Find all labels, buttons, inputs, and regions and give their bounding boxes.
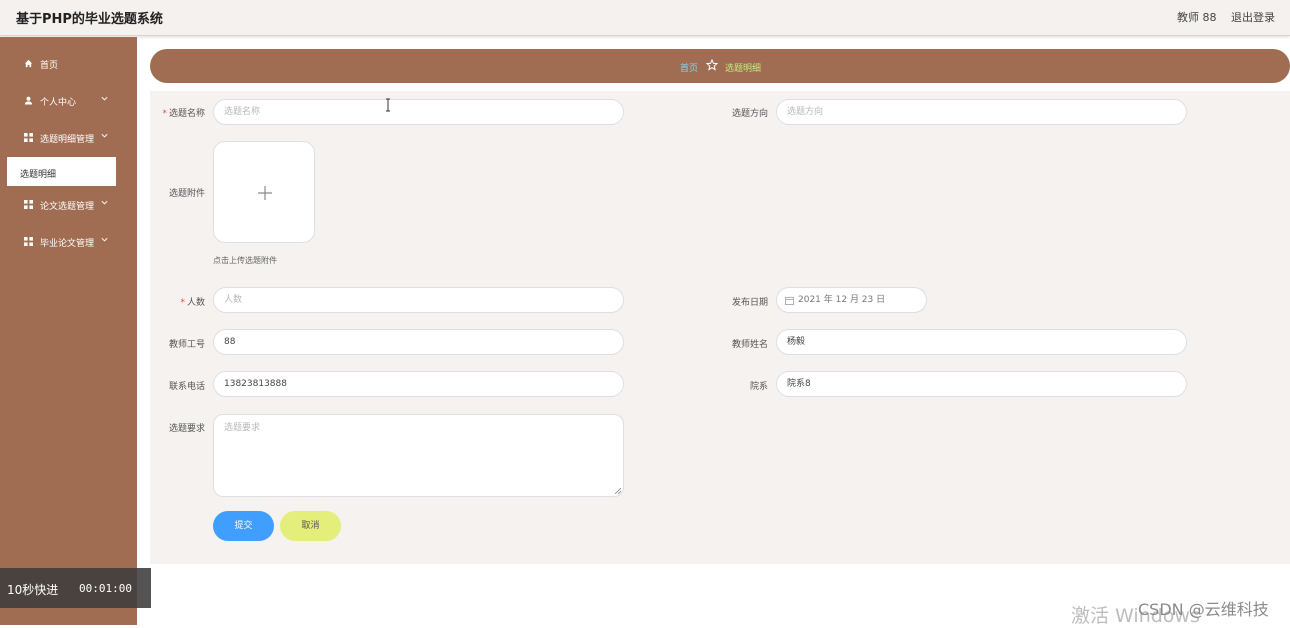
sidebar-subitem-label: 选题明细 (20, 170, 57, 180)
direction-input[interactable]: 选题方向 (776, 99, 1187, 125)
cancel-button[interactable]: 取消 (280, 511, 341, 541)
publish-date-picker[interactable]: 2021 年 12 月 23 日 (776, 287, 927, 313)
topic-name-label: * 选题名称 (162, 109, 205, 119)
phone-input[interactable]: 13823813888 (213, 371, 624, 397)
requirement-textarea[interactable]: 选题要求 (213, 414, 624, 497)
required-mark: * (162, 109, 167, 119)
fast-forward-label: 10秒快进 (7, 583, 59, 597)
resize-grip-icon[interactable] (615, 488, 621, 494)
plus-icon (258, 186, 272, 200)
sidebar-item-label: 毕业论文管理 (40, 239, 95, 249)
fast-forward-overlay[interactable]: 10秒快进 00:01:00 (0, 568, 151, 608)
grid-icon (24, 133, 33, 142)
chevron-down-icon (101, 237, 108, 242)
department-label: 院系 (749, 382, 768, 392)
sidebar-item-label: 论文选题管理 (40, 202, 95, 212)
submit-button[interactable]: 提交 (213, 511, 274, 541)
current-user: 教师 88 (1177, 11, 1217, 24)
direction-label: 选题方向 (731, 109, 768, 119)
csdn-watermark: CSDN @云维科技 (1138, 600, 1269, 619)
text-cursor-icon (386, 98, 390, 112)
phone-label: 联系电话 (168, 382, 205, 392)
attachment-upload[interactable] (213, 141, 315, 243)
teacher-id-input[interactable]: 88 (213, 329, 624, 355)
upload-hint: 点击上传选题附件 (213, 256, 277, 265)
publish-date-label: 发布日期 (731, 298, 768, 308)
logout-link[interactable]: 退出登录 (1231, 9, 1275, 25)
grid-icon (24, 200, 33, 209)
sidebar-item-thesis-topic-management[interactable]: 论文选题管理 (0, 193, 137, 217)
sidebar-item-label: 首页 (40, 61, 59, 71)
sidebar-item-graduation-thesis-management[interactable]: 毕业论文管理 (0, 230, 137, 254)
breadcrumb-current: 选题明细 (725, 64, 762, 74)
breadcrumb-home-link[interactable]: 首页 (680, 61, 698, 74)
sidebar-item-home[interactable]: 首页 (0, 52, 137, 76)
chevron-down-icon (101, 200, 108, 205)
breadcrumb: 首页 选题明细 (150, 49, 1290, 83)
requirement-label: 选题要求 (168, 424, 205, 434)
requirement-placeholder: 选题要求 (224, 423, 261, 433)
topic-name-input[interactable]: 选题名称 (213, 99, 624, 125)
sidebar-subitem-topic-detail[interactable]: 选题明细 (7, 157, 116, 186)
grid-icon (24, 237, 33, 246)
sidebar-item-label: 选题明细管理 (40, 135, 95, 145)
count-label: * 人数 (180, 298, 205, 308)
sidebar-item-personal-center[interactable]: 个人中心 (0, 89, 137, 113)
chevron-down-icon (101, 96, 108, 101)
app-title: 基于PHP的毕业选题系统 (16, 12, 163, 27)
user-icon (24, 96, 33, 105)
sidebar-item-topic-detail-management[interactable]: 选题明细管理 (0, 126, 137, 150)
department-input[interactable]: 院系8 (776, 371, 1187, 397)
playback-time: 00:01:00 (79, 582, 132, 595)
chevron-down-icon (101, 133, 108, 138)
calendar-icon (785, 296, 794, 305)
teacher-name-label: 教师姓名 (731, 340, 768, 350)
teacher-id-label: 教师工号 (168, 340, 205, 350)
teacher-name-input[interactable]: 杨毅 (776, 329, 1187, 355)
sidebar-item-label: 个人中心 (40, 98, 77, 108)
top-bar: 基于PHP的毕业选题系统 教师 88 退出登录 (0, 0, 1290, 36)
star-icon (706, 59, 718, 71)
count-input[interactable]: 人数 (213, 287, 624, 313)
home-icon (24, 59, 33, 68)
attachment-label: 选题附件 (168, 189, 205, 199)
publish-date-value: 2021 年 12 月 23 日 (798, 295, 886, 305)
required-mark: * (180, 298, 185, 308)
